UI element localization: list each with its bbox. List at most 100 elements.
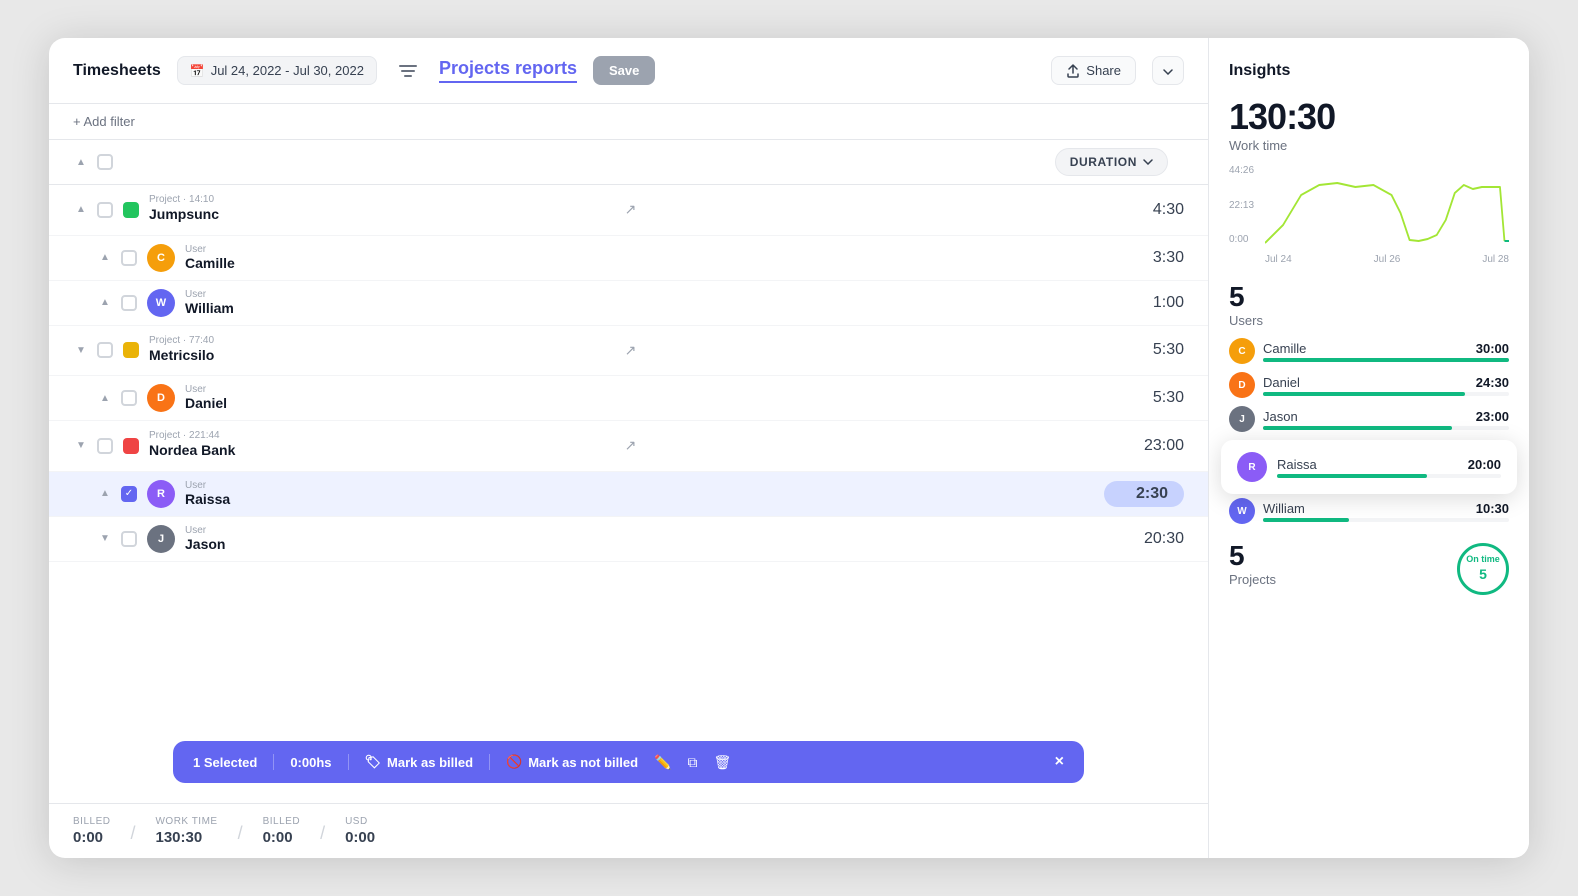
- user-stat-time: 24:30: [1459, 375, 1509, 390]
- mark-billed-icon: 🏷: [365, 754, 382, 770]
- share-button[interactable]: Share: [1051, 56, 1136, 85]
- expand-project-btn[interactable]: ▼: [73, 438, 89, 454]
- project-info: Project · 14:10 Jumpsunc: [149, 195, 617, 225]
- stat-separator: /: [238, 823, 243, 846]
- user-checkbox[interactable]: [121, 250, 137, 266]
- project-label: Project · 77:40: [149, 336, 617, 346]
- project-color-dot: [123, 342, 139, 358]
- selected-time-label: 0:00hs: [290, 755, 331, 770]
- user-stat-time: 10:30: [1459, 501, 1509, 516]
- user-info: User Daniel: [185, 385, 1104, 411]
- date-range-btn[interactable]: 📅 Jul 24, 2022 - Jul 30, 2022: [177, 56, 377, 85]
- project-label: Project · 221:44: [149, 431, 617, 441]
- work-time-value: 130:30: [155, 829, 217, 846]
- expand-project-btn[interactable]: ▲: [73, 202, 89, 218]
- external-link-icon[interactable]: ↗: [625, 201, 637, 218]
- avatar: C: [147, 244, 175, 272]
- user-duration: 1:00: [1104, 294, 1184, 312]
- user-stat-name: William: [1263, 501, 1459, 516]
- user-info: User Raissa: [185, 481, 1104, 507]
- save-button[interactable]: Save: [593, 56, 655, 85]
- project-name: Nordea Bank: [149, 441, 617, 461]
- user-label: User: [185, 290, 1104, 300]
- avatar: W: [1229, 498, 1255, 524]
- add-filter-button[interactable]: + Add filter: [73, 114, 135, 129]
- user-checkbox[interactable]: [121, 531, 137, 547]
- expand-user-btn[interactable]: ▲: [97, 486, 113, 502]
- collapse-all-btn[interactable]: ▲: [73, 154, 89, 170]
- bottom-bar-wrapper: 1 Selected 0:00hs 🏷 Mark as billed 🚫 Mar…: [49, 721, 1208, 803]
- on-time-badge: On time 5: [1457, 543, 1509, 595]
- user-name: Daniel: [185, 395, 1104, 411]
- chart-area: 44:26 22:13 0:00 Ju: [1229, 165, 1509, 265]
- report-title[interactable]: Projects reports: [439, 58, 577, 83]
- expand-project-btn[interactable]: ▼: [73, 342, 89, 358]
- project-name: Jumpsunc: [149, 205, 617, 225]
- selected-count-label: 1 Selected: [193, 755, 257, 770]
- divider: [273, 754, 274, 770]
- project-row[interactable]: ▼ Project · 221:44 Nordea Bank ↗ 23:00: [49, 421, 1208, 472]
- user-checkbox[interactable]: [121, 295, 137, 311]
- user-stat-name: Jason: [1263, 409, 1459, 424]
- user-label: User: [185, 245, 1104, 255]
- project-checkbox[interactable]: [97, 342, 113, 358]
- footer-stats: BILLED 0:00 / WORK TIME 130:30 / BILLED …: [49, 803, 1208, 858]
- chevron-down-icon: [1163, 69, 1173, 75]
- avatar: R: [147, 480, 175, 508]
- table-wrapper: ▲ DURATION ▲: [49, 140, 1208, 721]
- on-time-count: 5: [1479, 565, 1487, 583]
- bottom-action-bar: 1 Selected 0:00hs 🏷 Mark as billed 🚫 Mar…: [173, 741, 1084, 783]
- user-duration: 3:30: [1104, 249, 1184, 267]
- user-checkbox[interactable]: [121, 390, 137, 406]
- chevron-down-icon: [1143, 159, 1153, 165]
- expand-user-btn[interactable]: ▼: [97, 531, 113, 547]
- external-link-icon[interactable]: ↗: [625, 437, 637, 454]
- project-checkbox[interactable]: [97, 202, 113, 218]
- project-info: Project · 221:44 Nordea Bank: [149, 431, 617, 461]
- user-stat-bar-wrap: [1263, 426, 1509, 430]
- select-all-checkbox[interactable]: [97, 154, 113, 170]
- project-checkbox[interactable]: [97, 438, 113, 454]
- usd-label: USD: [345, 816, 375, 827]
- user-duration: 5:30: [1104, 389, 1184, 407]
- avatar: C: [1229, 338, 1255, 364]
- delete-icon[interactable]: 🗑: [713, 754, 731, 771]
- user-name: William: [185, 300, 1104, 316]
- avatar: D: [1229, 372, 1255, 398]
- user-checkbox[interactable]: [121, 486, 137, 502]
- close-button[interactable]: ×: [1055, 753, 1064, 771]
- user-duration: 20:30: [1104, 530, 1184, 548]
- stat-separator: /: [320, 823, 325, 846]
- filter-icon-btn[interactable]: [393, 58, 423, 84]
- copy-icon[interactable]: ⧉: [687, 754, 697, 771]
- external-link-icon[interactable]: ↗: [625, 342, 637, 359]
- expand-user-btn[interactable]: ▲: [97, 295, 113, 311]
- share-dropdown-btn[interactable]: [1152, 56, 1184, 85]
- chart-svg-wrap: [1265, 165, 1509, 245]
- project-row[interactable]: ▲ Project · 14:10 Jumpsunc ↗ 4:30: [49, 185, 1208, 236]
- user-stat-block: Daniel 24:30: [1263, 375, 1509, 396]
- work-time-label: Work time: [1229, 138, 1509, 153]
- usd-value: 0:00: [345, 829, 375, 846]
- mark-billed-btn[interactable]: 🏷 Mark as billed: [365, 754, 474, 770]
- date-range-label: Jul 24, 2022 - Jul 30, 2022: [211, 63, 364, 78]
- user-label: User: [185, 526, 1104, 536]
- billed-label: BILLED: [73, 816, 110, 827]
- user-stat-row: J Jason 23:00: [1229, 406, 1509, 432]
- user-row: ▼ J User Jason 20:30: [49, 517, 1208, 562]
- avatar: R: [1237, 452, 1267, 482]
- project-label: Project · 14:10: [149, 195, 617, 205]
- user-name: Camille: [185, 255, 1104, 271]
- chart-x-labels: Jul 24 Jul 26 Jul 28: [1265, 254, 1509, 265]
- projects-label: Projects: [1229, 572, 1276, 587]
- avatar: W: [147, 289, 175, 317]
- user-name: Raissa: [185, 491, 1104, 507]
- project-row[interactable]: ▼ Project · 77:40 Metricsilo ↗ 5:30: [49, 326, 1208, 377]
- user-stats-list: C Camille 30:00 D Daniel 24:: [1229, 338, 1509, 524]
- expand-user-btn[interactable]: ▲: [97, 250, 113, 266]
- user-info: User Jason: [185, 526, 1104, 552]
- expand-user-btn[interactable]: ▲: [97, 390, 113, 406]
- mark-not-billed-btn[interactable]: 🚫 Mark as not billed: [506, 754, 638, 770]
- edit-icon[interactable]: ✏️: [654, 754, 671, 771]
- duration-sort-btn[interactable]: DURATION: [1055, 148, 1168, 176]
